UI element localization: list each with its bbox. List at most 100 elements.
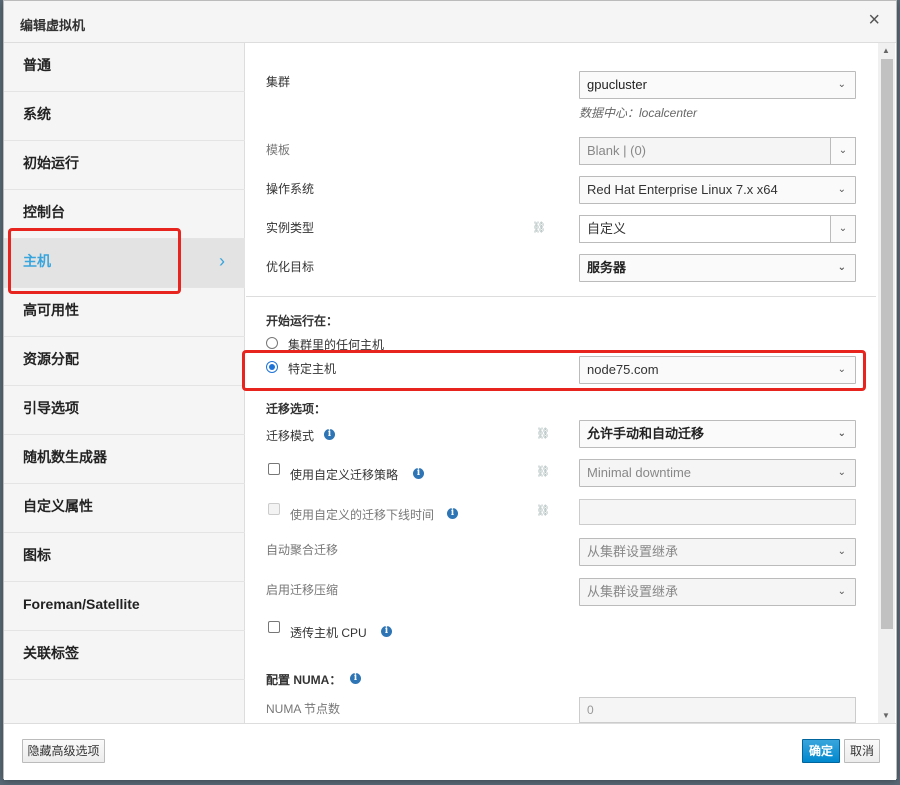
- sidebar-item-initial-run[interactable]: 初始运行: [4, 141, 245, 190]
- passthrough-cpu-checkbox[interactable]: [268, 621, 280, 633]
- chevron-down-icon: ⌄: [837, 364, 846, 375]
- instance-type-dropdown-button[interactable]: ⌄: [830, 215, 856, 243]
- edit-vm-dialog: 编辑虚拟机 × 普通 系统 初始运行 控制台 主机 › 高可用性 资源分配 引导选…: [3, 0, 897, 780]
- chevron-down-icon: ⌄: [838, 145, 848, 156]
- sidebar-item-console[interactable]: 控制台: [4, 190, 245, 239]
- sidebar-item-system[interactable]: 系统: [4, 92, 245, 141]
- auto-converge-value: 从集群设置继承: [587, 544, 679, 559]
- link-icon: ⛓: [536, 428, 550, 440]
- sidebar-item-host[interactable]: 主机 ›: [4, 239, 245, 288]
- sidebar-item-general[interactable]: 普通: [4, 43, 245, 92]
- optimize-value: 服务器: [587, 260, 627, 275]
- custom-policy-label: 使用自定义迁移策略: [290, 468, 399, 482]
- ok-button[interactable]: 确定: [802, 739, 840, 763]
- close-icon[interactable]: ×: [868, 10, 880, 30]
- dialog-footer: 隐藏高级选项 确定 取消: [4, 723, 896, 780]
- chevron-down-icon: ⌄: [837, 184, 846, 195]
- cancel-button[interactable]: 取消: [844, 739, 880, 763]
- info-icon[interactable]: i: [413, 468, 424, 479]
- os-value: Red Hat Enterprise Linux 7.x x64: [587, 182, 778, 197]
- migration-policy-value: Minimal downtime: [587, 465, 692, 480]
- os-label: 操作系统: [266, 182, 315, 196]
- sidebar-item-label: 系统: [23, 106, 51, 122]
- sidebar-item-label: 普通: [23, 57, 51, 73]
- sidebar: 普通 系统 初始运行 控制台 主机 › 高可用性 资源分配 引导选项 随机数生成器…: [4, 43, 245, 723]
- auto-converge-select[interactable]: 从集群设置继承 ⌄: [579, 538, 856, 566]
- instance-type-label: 实例类型: [266, 221, 315, 235]
- sidebar-item-label: 引导选项: [23, 400, 79, 416]
- passthrough-cpu-label: 透传主机 CPU: [290, 626, 367, 640]
- sidebar-item-foreman-satellite[interactable]: Foreman/Satellite: [4, 582, 245, 631]
- migration-mode-value: 允许手动和自动迁移: [587, 426, 705, 441]
- cluster-value: gpucluster: [587, 77, 647, 92]
- compression-select[interactable]: 从集群设置继承 ⌄: [579, 578, 856, 606]
- sidebar-item-label: 高可用性: [23, 302, 79, 318]
- sidebar-item-label: 控制台: [23, 204, 65, 220]
- template-label: 模板: [266, 143, 291, 157]
- sidebar-item-high-availability[interactable]: 高可用性: [4, 288, 245, 337]
- sidebar-item-icon[interactable]: 图标: [4, 533, 245, 582]
- sidebar-item-custom-properties[interactable]: 自定义属性: [4, 484, 245, 533]
- chevron-down-icon: ⌄: [837, 262, 846, 273]
- sidebar-item-label: 初始运行: [23, 155, 79, 171]
- hide-advanced-button[interactable]: 隐藏高级选项: [22, 739, 105, 763]
- sidebar-item-label: 主机: [23, 253, 51, 269]
- sidebar-item-resource-allocation[interactable]: 资源分配: [4, 337, 245, 386]
- custom-downtime-checkbox[interactable]: [268, 503, 280, 515]
- specific-host-label: 特定主机: [288, 362, 337, 376]
- custom-policy-checkbox[interactable]: [268, 463, 280, 475]
- instance-type-field[interactable]: 自定义: [579, 215, 831, 243]
- chevron-down-icon: ⌄: [838, 223, 848, 234]
- host-select[interactable]: node75.com ⌄: [579, 356, 856, 384]
- host-value: node75.com: [587, 362, 659, 377]
- sidebar-item-label: Foreman/Satellite: [23, 596, 140, 612]
- datacenter-note: 数据中心：localcenter: [579, 106, 698, 120]
- info-icon[interactable]: i: [381, 626, 392, 637]
- scrollbar[interactable]: ▲ ▼: [878, 43, 895, 723]
- info-icon[interactable]: i: [324, 429, 335, 440]
- template-field: Blank | (0): [579, 137, 831, 165]
- scroll-down-icon[interactable]: ▼: [882, 711, 890, 720]
- migration-title: 迁移选项：: [266, 402, 327, 416]
- link-icon: ⛓: [536, 466, 550, 478]
- info-icon[interactable]: i: [350, 673, 361, 684]
- sidebar-item-label: 随机数生成器: [23, 449, 107, 465]
- sidebar-item-label: 资源分配: [23, 351, 79, 367]
- info-icon[interactable]: i: [447, 508, 458, 519]
- specific-host-radio[interactable]: [266, 361, 278, 373]
- sidebar-item-affinity-labels[interactable]: 关联标签: [4, 631, 245, 680]
- scroll-thumb[interactable]: [881, 59, 893, 629]
- migration-policy-select[interactable]: Minimal downtime ⌄: [579, 459, 856, 487]
- chevron-down-icon: ⌄: [837, 79, 846, 90]
- sidebar-item-rng[interactable]: 随机数生成器: [4, 435, 245, 484]
- optimize-select[interactable]: 服务器 ⌄: [579, 254, 856, 282]
- chevron-right-icon: ›: [219, 251, 225, 271]
- cluster-label: 集群: [266, 75, 291, 89]
- optimize-label: 优化目标: [266, 260, 315, 274]
- os-select[interactable]: Red Hat Enterprise Linux 7.x x64 ⌄: [579, 176, 856, 204]
- custom-downtime-label: 使用自定义的迁移下线时间: [290, 508, 435, 522]
- link-icon: ⛓: [532, 222, 546, 234]
- dialog-header: 编辑虚拟机 ×: [4, 1, 896, 43]
- sidebar-item-label: 关联标签: [23, 645, 79, 661]
- section-divider: [246, 296, 876, 297]
- link-icon: ⛓: [536, 505, 550, 517]
- template-dropdown-button[interactable]: ⌄: [830, 137, 856, 165]
- migration-mode-label: 迁移模式: [266, 429, 315, 443]
- auto-converge-label: 自动聚合迁移: [266, 543, 339, 557]
- numa-nodes-input[interactable]: 0: [579, 697, 856, 723]
- any-host-radio[interactable]: [266, 337, 278, 349]
- migration-mode-select[interactable]: 允许手动和自动迁移 ⌄: [579, 420, 856, 448]
- chevron-down-icon: ⌄: [837, 586, 846, 597]
- scroll-up-icon[interactable]: ▲: [882, 46, 890, 55]
- chevron-down-icon: ⌄: [837, 467, 846, 478]
- sidebar-item-boot-options[interactable]: 引导选项: [4, 386, 245, 435]
- chevron-down-icon: ⌄: [837, 428, 846, 439]
- cluster-select[interactable]: gpucluster ⌄: [579, 71, 856, 99]
- downtime-input[interactable]: [579, 499, 856, 525]
- numa-nodes-label: NUMA 节点数: [266, 702, 341, 716]
- compression-value: 从集群设置继承: [587, 584, 679, 599]
- dialog-title: 编辑虚拟机: [20, 18, 86, 33]
- numa-title: 配置 NUMA：: [266, 673, 342, 687]
- compression-label: 启用迁移压缩: [266, 583, 339, 597]
